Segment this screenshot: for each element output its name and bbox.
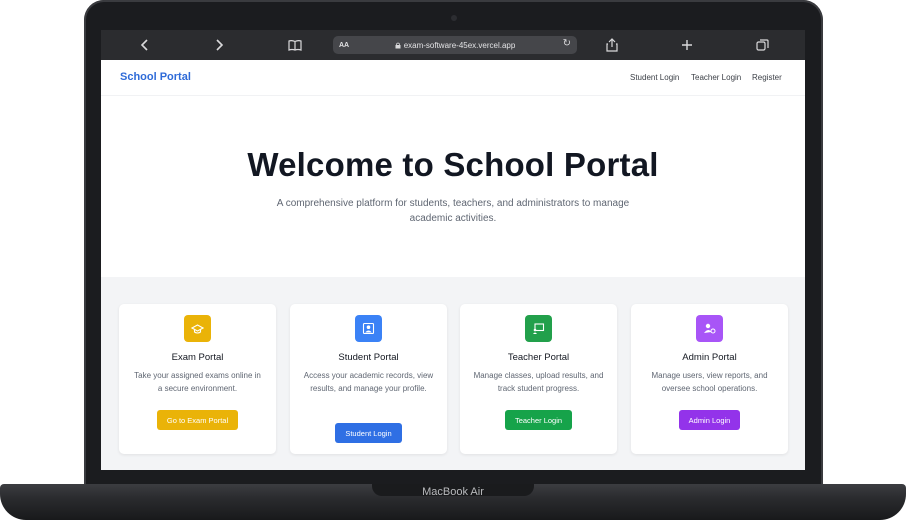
teacher-login-button[interactable]: Teacher Login [505,410,572,430]
book-icon[interactable] [286,36,304,54]
admin-icon [696,315,723,342]
url-text: exam-software-45ex.vercel.app [333,41,577,50]
brand-logo[interactable]: School Portal [120,71,191,83]
plus-icon[interactable] [678,36,696,54]
card-title: Student Portal [338,352,399,363]
exam-icon [184,315,211,342]
card-description: Access your academic records, view resul… [303,371,434,393]
hero-title: Welcome to School Portal [247,146,659,183]
nav-teacher-login[interactable]: Teacher Login [691,73,741,82]
share-icon[interactable] [603,36,621,54]
chevron-left-icon[interactable] [136,36,154,54]
screen: AA exam-software-45ex.vercel.app ↻ Schoo… [101,30,805,470]
admin-login-button[interactable]: Admin Login [679,410,740,430]
nav-student-login[interactable]: Student Login [630,73,679,82]
hero-subtitle: A comprehensive platform for students, t… [276,198,630,224]
browser-toolbar: AA exam-software-45ex.vercel.app ↻ [101,30,805,60]
camera [451,15,457,21]
card-description: Take your assigned exams online in a sec… [134,371,261,393]
nav-register[interactable]: Register [752,73,782,82]
reload-icon[interactable]: ↻ [563,38,571,49]
url-value: exam-software-45ex.vercel.app [403,40,516,50]
tabs-icon[interactable] [753,36,771,54]
go-to-exam-portal-button[interactable]: Go to Exam Portal [157,410,238,430]
chevron-right-icon[interactable] [210,36,228,54]
student-icon [355,315,382,342]
card-student-portal: Student Portal Access your academic reco… [290,304,447,454]
card-title: Teacher Portal [507,352,570,363]
card-description: Manage classes, upload results, and trac… [473,371,604,393]
navbar: School Portal Student Login Teacher Logi… [101,60,805,96]
model-label: MacBook Air [422,486,484,498]
card-admin-portal: Admin Portal Manage users, view reports,… [631,304,788,454]
url-field[interactable]: AA exam-software-45ex.vercel.app ↻ [333,36,577,54]
portal-cards-section: Exam Portal Take your assigned exams onl… [101,277,805,470]
card-title: Exam Portal [171,352,224,363]
card-title: Admin Portal [682,352,737,363]
student-login-button[interactable]: Student Login [335,423,402,443]
web-page: School Portal Student Login Teacher Logi… [101,60,805,470]
card-exam-portal: Exam Portal Take your assigned exams onl… [119,304,276,454]
card-teacher-portal: Teacher Portal Manage classes, upload re… [460,304,617,454]
card-description: Manage users, view reports, and oversee … [651,371,768,393]
teacher-icon [525,315,552,342]
lock-icon [395,42,401,48]
